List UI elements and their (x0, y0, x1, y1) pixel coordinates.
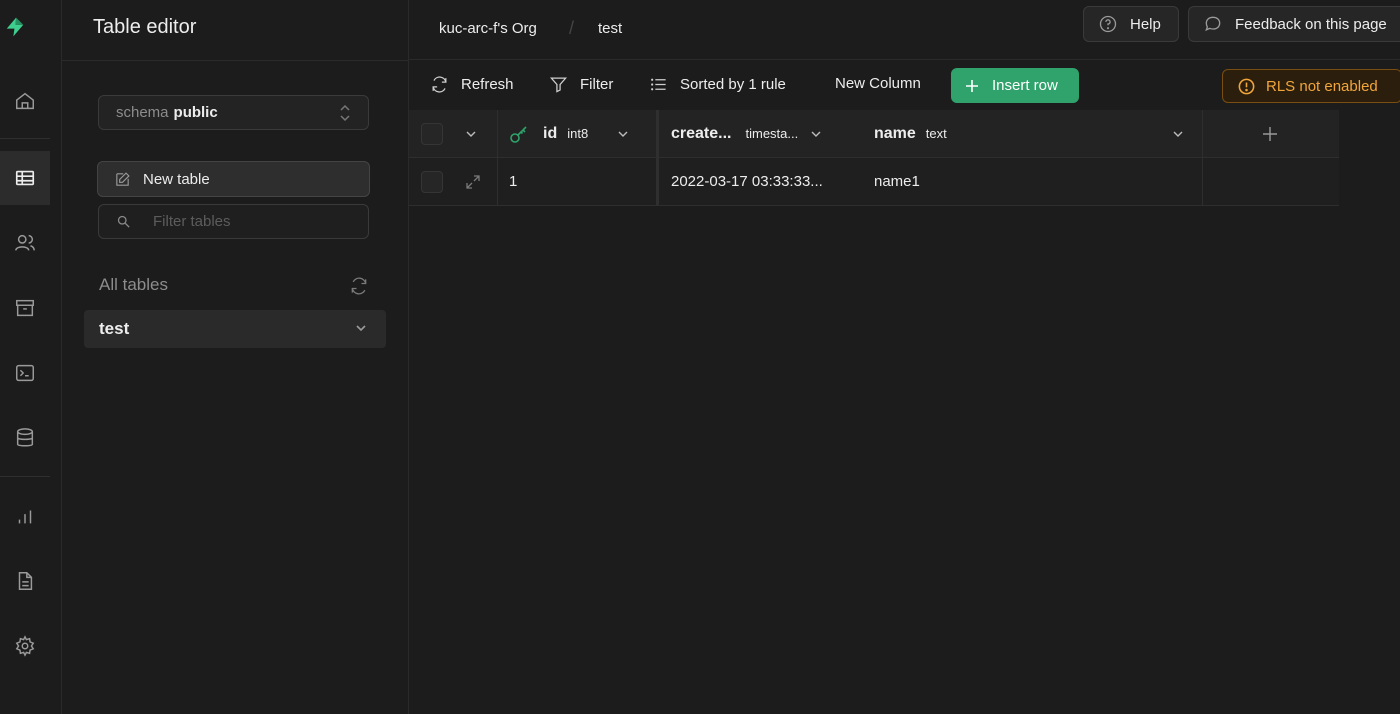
schema-prefix-label: schema (116, 104, 169, 121)
database-icon[interactable] (0, 411, 50, 465)
new-column-button[interactable]: New Column (835, 75, 921, 92)
column-header-created-at[interactable]: create... timesta... (671, 110, 861, 157)
breadcrumb-separator: / (569, 18, 575, 38)
feedback-button[interactable]: Feedback on this page (1188, 6, 1400, 42)
schema-value: public (173, 104, 218, 121)
select-all-checkbox[interactable] (421, 110, 443, 157)
table-editor-icon[interactable] (0, 151, 50, 205)
feedback-label: Feedback on this page (1235, 15, 1387, 33)
sort-list-icon (651, 78, 666, 91)
app-window: Table editor schema public New table All… (0, 0, 1400, 714)
grid-toolbar: Refresh Filter Sorted by 1 rule New Colu… (409, 61, 1400, 111)
table-editor-sidebar: Table editor schema public New table All… (62, 0, 409, 714)
header-divider (62, 60, 409, 61)
all-tables-heading: All tables (99, 275, 168, 294)
new-table-button[interactable]: New table (97, 161, 370, 197)
rls-warning-button[interactable]: RLS not enabled (1222, 69, 1400, 103)
primary-key-icon (510, 125, 527, 143)
filter-tables-field (98, 204, 369, 239)
rls-label: RLS not enabled (1266, 77, 1378, 95)
home-icon[interactable] (0, 74, 50, 128)
breadcrumb-org[interactable]: kuc-arc-f's Org (439, 20, 537, 37)
new-column-label: New Column (835, 75, 921, 92)
reports-icon[interactable] (0, 489, 50, 543)
chevron-down-icon[interactable] (1172, 128, 1184, 140)
sort-label: Sorted by 1 rule (680, 76, 786, 93)
sql-editor-icon[interactable] (0, 346, 50, 400)
rail-divider (0, 138, 50, 139)
rail-divider (0, 476, 50, 477)
cell-name[interactable]: name1 (874, 158, 1194, 205)
refresh-button[interactable]: Refresh (430, 75, 514, 94)
docs-icon[interactable] (0, 554, 50, 608)
add-column-button[interactable] (1262, 110, 1278, 157)
filter-label: Filter (580, 76, 614, 93)
help-label: Help (1130, 15, 1161, 33)
chevron-down-icon[interactable] (617, 128, 629, 140)
breadcrumb-project[interactable]: test (598, 20, 622, 37)
refresh-tables-icon[interactable] (349, 276, 369, 296)
column-type: timesta... (745, 126, 799, 141)
storage-icon[interactable] (0, 281, 50, 335)
grid-header-row: id int8 create... timesta... name text (409, 110, 1339, 158)
plus-icon (1263, 126, 1277, 141)
column-type: text (925, 126, 947, 141)
sort-button[interactable]: Sorted by 1 rule (649, 75, 786, 94)
refresh-icon (432, 76, 447, 93)
chevron-down-icon[interactable] (465, 110, 477, 157)
chevron-up-down-icon (338, 102, 352, 124)
supabase-logo-icon[interactable] (4, 16, 42, 54)
column-name: name (874, 124, 916, 142)
search-icon (117, 215, 130, 228)
filter-tables-input[interactable] (153, 213, 353, 230)
filter-button[interactable]: Filter (549, 75, 613, 94)
settings-icon[interactable] (0, 619, 50, 673)
column-header-name[interactable]: name text (874, 110, 1184, 157)
column-header-id[interactable]: id int8 (509, 110, 659, 157)
data-grid: id int8 create... timesta... name text 1… (409, 110, 1339, 206)
top-header: kuc-arc-f's Org / test Help Feedback on … (409, 0, 1400, 60)
column-name: create... (671, 124, 732, 142)
new-table-label: New table (143, 170, 210, 188)
filter-icon (549, 77, 568, 93)
help-circle-icon (1099, 15, 1117, 33)
cell-created-at[interactable]: 2022-03-17 03:33:33... (671, 158, 866, 205)
table-item-label: test (99, 319, 130, 338)
page-title: Table editor (93, 16, 197, 38)
column-type: int8 (567, 126, 589, 141)
column-name: id (543, 124, 558, 142)
table-row[interactable]: 1 2022-03-17 03:33:33... name1 (409, 158, 1339, 206)
icon-rail (0, 0, 62, 714)
message-icon (1205, 16, 1221, 32)
insert-row-label: Insert row (992, 77, 1058, 94)
cell-id[interactable]: 1 (509, 158, 649, 205)
schema-selector[interactable]: schema public (98, 95, 369, 130)
plus-icon (966, 79, 978, 92)
alert-circle-icon (1238, 78, 1255, 94)
edit-icon (116, 171, 130, 186)
refresh-label: Refresh (461, 76, 514, 93)
expand-row-icon[interactable] (465, 158, 481, 205)
chevron-down-icon[interactable] (810, 128, 822, 140)
row-checkbox[interactable] (421, 158, 443, 205)
users-icon[interactable] (0, 216, 50, 270)
table-list-item[interactable]: test (84, 310, 386, 348)
insert-row-button[interactable]: Insert row (951, 68, 1079, 103)
chevron-down-icon[interactable] (354, 320, 368, 334)
help-button[interactable]: Help (1083, 6, 1179, 42)
